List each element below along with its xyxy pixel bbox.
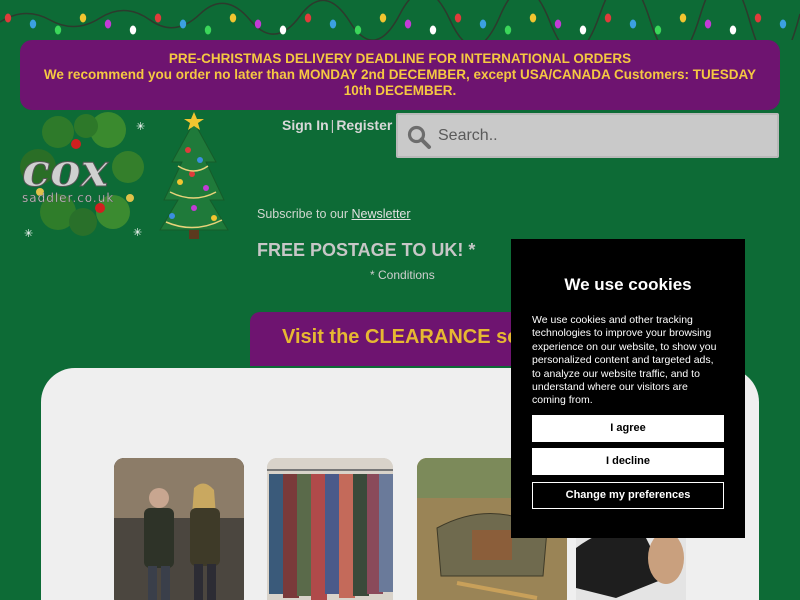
light-bulb <box>579 25 587 35</box>
newsletter-prompt: Subscribe to our Newsletter <box>257 207 411 221</box>
light-bulb <box>529 13 537 23</box>
light-bulb <box>79 13 87 23</box>
cookie-consent-dialog: We use cookies We use cookies and other … <box>511 239 745 538</box>
account-links: Sign In | Register <box>282 117 392 133</box>
light-bulb <box>304 13 312 23</box>
search-bar[interactable] <box>396 113 779 158</box>
light-bulb <box>704 19 712 29</box>
light-bulb <box>54 25 62 35</box>
category-image-couple[interactable] <box>114 458 244 600</box>
light-bulb <box>354 25 362 35</box>
light-bulb <box>254 19 262 29</box>
category-image-shirts[interactable] <box>267 458 393 600</box>
auth-separator: | <box>330 117 335 133</box>
cookie-title: We use cookies <box>564 275 692 294</box>
light-bulb <box>4 13 12 23</box>
search-input[interactable] <box>438 123 768 149</box>
cookie-message: We use cookies and other tracking techno… <box>532 314 717 407</box>
svg-text:✳: ✳ <box>136 120 145 133</box>
svg-text:✳: ✳ <box>24 227 33 240</box>
light-bulb <box>654 25 662 35</box>
light-bulb <box>179 19 187 29</box>
light-bulb <box>129 25 137 35</box>
light-bulb <box>154 13 162 23</box>
delivery-deadline-banner: PRE-CHRISTMAS DELIVERY DEADLINE FOR INTE… <box>20 40 780 110</box>
light-bulb <box>329 19 337 29</box>
light-bulb <box>404 19 412 29</box>
logo-subtext: saddler.co.uk <box>22 191 114 205</box>
light-bulb <box>604 13 612 23</box>
light-bulb <box>454 13 462 23</box>
light-bulb <box>204 25 212 35</box>
decline-button[interactable]: I decline <box>532 448 724 475</box>
light-bulb <box>429 25 437 35</box>
light-bulb <box>379 13 387 23</box>
light-bulb <box>104 19 112 29</box>
light-bulb <box>629 19 637 29</box>
light-bulb <box>279 25 287 35</box>
light-bulb <box>554 19 562 29</box>
light-bulb <box>729 25 737 35</box>
newsletter-link[interactable]: Newsletter <box>352 207 411 221</box>
logo-text: cox <box>22 143 109 197</box>
site-logo[interactable]: ✳ ✳ ✳ cox saddler.co.uk <box>18 112 150 242</box>
light-bulb <box>504 25 512 35</box>
christmas-tree-icon <box>159 112 229 239</box>
subscribe-text: Subscribe to our <box>257 207 352 221</box>
banner-message: We recommend you order no later than MON… <box>43 67 757 98</box>
light-bulb <box>779 19 787 29</box>
banner-title: PRE-CHRISTMAS DELIVERY DEADLINE FOR INTE… <box>168 51 632 66</box>
svg-text:✳: ✳ <box>133 226 142 239</box>
agree-button[interactable]: I agree <box>532 415 724 442</box>
register-link[interactable]: Register <box>336 117 392 133</box>
free-postage-heading: FREE POSTAGE TO UK! * <box>257 240 476 260</box>
light-bulb <box>754 13 762 23</box>
clearance-button[interactable]: Visit the CLEARANCE section <box>250 312 550 366</box>
conditions-link[interactable]: * Conditions <box>370 268 435 282</box>
light-bulb <box>479 19 487 29</box>
christmas-lights-icon <box>0 0 800 40</box>
light-bulb <box>229 13 237 23</box>
search-icon[interactable] <box>406 124 432 150</box>
sign-in-link[interactable]: Sign In <box>282 117 329 133</box>
change-preferences-button[interactable]: Change my preferences <box>532 482 724 509</box>
light-bulb <box>679 13 687 23</box>
light-bulb <box>29 19 37 29</box>
